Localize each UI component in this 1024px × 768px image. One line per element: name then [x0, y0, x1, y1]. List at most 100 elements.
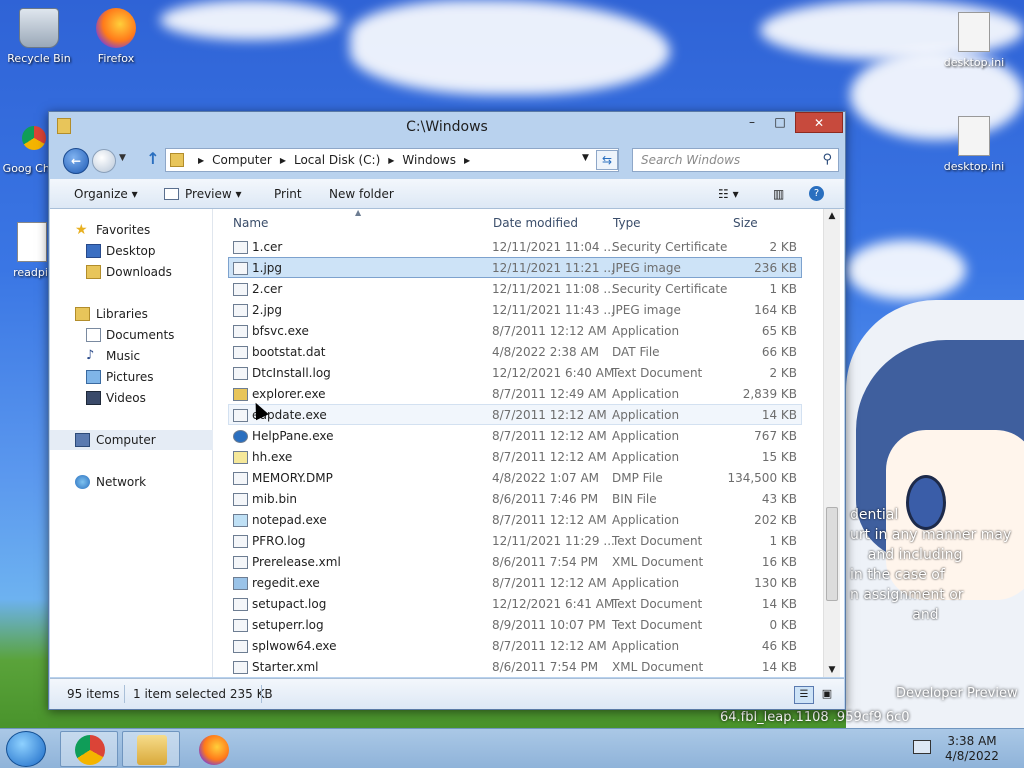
downloads-icon — [86, 265, 101, 279]
new-folder-button[interactable]: New folder — [329, 187, 394, 201]
file-row[interactable]: setupact.log 12/12/2021 6:41 AM Text Docum… — [228, 593, 802, 614]
file-row[interactable]: 2.jpg 12/11/2021 11:43 ... JPEG image 164 K… — [228, 299, 802, 320]
file-row[interactable]: bfsvc.exe 8/7/2011 12:12 AM Application 65 … — [228, 320, 802, 341]
file-name: mib.bin — [252, 492, 298, 506]
view-options-icon[interactable]: ☷ ▾ — [718, 187, 739, 201]
file-row[interactable]: 2.cer 12/11/2021 11:08 ... Security Certif… — [228, 278, 802, 299]
file-name: Prerelease.xml — [252, 555, 341, 569]
help-icon — [233, 430, 248, 443]
large-icons-view-icon[interactable]: ▣ — [818, 686, 836, 704]
file-size: 236 KB — [754, 261, 797, 275]
xml-file-icon — [233, 661, 248, 674]
nav-item-libraries[interactable]: Libraries — [50, 304, 213, 324]
nav-item-favorites[interactable]: ★ Favorites — [50, 220, 213, 240]
refresh-icon[interactable]: ⇆ — [596, 150, 618, 170]
nav-item-downloads[interactable]: Downloads — [50, 262, 213, 282]
file-row[interactable]: splwow64.exe 8/7/2011 12:12 AM Application… — [228, 635, 802, 656]
file-type: XML Document — [612, 660, 704, 674]
file-row[interactable]: 1.cer 12/11/2021 11:04 ... Security Certif… — [228, 236, 802, 257]
file-date: 12/11/2021 11:08 ... — [492, 282, 615, 296]
vertical-scrollbar[interactable]: ▲ ▼ — [823, 209, 840, 677]
desktop-icon-firefox[interactable]: Firefox — [78, 8, 154, 65]
taskbar-chrome[interactable] — [60, 731, 118, 767]
breadcrumb-item[interactable]: Computer — [212, 153, 272, 168]
forward-button[interactable] — [92, 149, 116, 173]
file-row[interactable]: explorer.exe 8/7/2011 12:49 AM Application… — [228, 383, 802, 404]
file-row[interactable]: setuperr.log 8/9/2011 10:07 PM Text Docume… — [228, 614, 802, 635]
file-row-selected[interactable]: 1.jpg 12/11/2021 11:21 ... JPEG image 236 K… — [228, 257, 802, 278]
breadcrumb-item[interactable]: Windows — [402, 153, 456, 168]
file-row[interactable]: DtcInstall.log 12/12/2021 6:40 AM Text Doc… — [228, 362, 802, 383]
file-row-hovered[interactable]: eupdate.exe 8/7/2011 12:12 AM Application 1… — [228, 404, 802, 425]
back-button[interactable]: ← — [63, 148, 89, 174]
file-row[interactable]: MEMORY.DMP 4/8/2022 1:07 AM DMP File 134,50… — [228, 467, 802, 488]
file-date: 8/7/2011 12:49 AM — [492, 387, 607, 401]
history-dropdown-icon[interactable]: ▼ — [119, 153, 126, 163]
desktop-icon-desktop-ini-1[interactable]: desktop.ini — [936, 12, 1012, 69]
column-name[interactable]: Name — [233, 216, 268, 230]
preview-button[interactable]: Preview ▾ — [185, 187, 242, 201]
network-tray-icon[interactable] — [913, 740, 931, 754]
file-row[interactable]: PFRO.log 12/11/2021 11:29 ... Text Documen… — [228, 530, 802, 551]
help-icon[interactable]: ? — [809, 186, 824, 201]
file-type: Application — [612, 387, 680, 401]
nav-item-documents[interactable]: Documents — [50, 325, 213, 345]
file-row[interactable]: Starter.xml 8/6/2011 7:54 PM XML Document 1… — [228, 656, 802, 677]
nav-item-pictures[interactable]: Pictures — [50, 367, 213, 387]
file-size: 130 KB — [754, 576, 797, 590]
print-button[interactable]: Print — [274, 187, 302, 201]
nav-item-desktop[interactable]: Desktop — [50, 241, 213, 261]
close-button[interactable]: ✕ — [795, 112, 843, 133]
chevron-right-icon[interactable]: ▶ — [388, 153, 394, 168]
item-count: 95 items — [67, 687, 120, 701]
taskbar-explorer[interactable] — [122, 731, 180, 767]
clock[interactable]: 3:38 AM 4/8/2022 — [942, 734, 1002, 764]
maximize-button[interactable]: □ — [767, 112, 793, 133]
taskbar-firefox[interactable] — [184, 731, 242, 767]
file-row[interactable]: Prerelease.xml 8/6/2011 7:54 PM XML Docume… — [228, 551, 802, 572]
file-size: 767 KB — [754, 429, 797, 443]
nav-item-videos[interactable]: Videos — [50, 388, 213, 408]
nav-item-computer[interactable]: Computer — [50, 430, 213, 450]
preview-pane-icon[interactable]: ▥ — [773, 187, 784, 201]
start-button[interactable] — [6, 731, 46, 767]
file-row[interactable]: notepad.exe 8/7/2011 12:12 AM Application 2… — [228, 509, 802, 530]
search-icon[interactable]: ⚲ — [822, 152, 832, 167]
file-type: DMP File — [612, 471, 663, 485]
breadcrumb-item[interactable]: Local Disk (C:) — [294, 153, 380, 168]
file-row[interactable]: hh.exe 8/7/2011 12:12 AM Application 15 KB — [228, 446, 802, 467]
details-view-icon[interactable]: ☰ — [794, 686, 814, 704]
address-bar[interactable]: ▶ Computer ▶ Local Disk (C:) ▶ Windows ▶… — [165, 148, 619, 172]
scroll-up-icon[interactable]: ▲ — [824, 211, 840, 221]
file-type: DAT File — [612, 345, 660, 359]
file-row[interactable]: bootstat.dat 4/8/2022 2:38 AM DAT File 66 K… — [228, 341, 802, 362]
nav-item-network[interactable]: Network — [50, 472, 213, 492]
up-button[interactable]: ↑ — [144, 149, 162, 171]
scroll-down-icon[interactable]: ▼ — [824, 665, 840, 675]
minimize-button[interactable]: – — [739, 112, 765, 133]
column-type[interactable]: Type — [613, 216, 641, 230]
chevron-right-icon[interactable]: ▶ — [464, 153, 470, 168]
scrollbar-thumb[interactable] — [826, 507, 838, 601]
file-type: Text Document — [612, 366, 703, 380]
search-box[interactable]: Search Windows ⚲ — [632, 148, 839, 172]
file-row[interactable]: regedit.exe 8/7/2011 12:12 AM Application 1… — [228, 572, 802, 593]
navigation-pane: ★ Favorites Desktop Downloads Libraries … — [50, 209, 213, 677]
chevron-right-icon[interactable]: ▶ — [280, 153, 286, 168]
desktop-icon-label: Recycle Bin — [7, 52, 71, 65]
wallpaper-character: dential urt in any manner may and includ… — [846, 300, 1024, 728]
file-date: 4/8/2022 2:38 AM — [492, 345, 600, 359]
column-size[interactable]: Size — [733, 216, 758, 230]
watermark-line1: Developer Preview — [896, 686, 1018, 701]
file-row[interactable]: HelpPane.exe 8/7/2011 12:12 AM Application… — [228, 425, 802, 446]
address-dropdown-icon[interactable]: ▼ — [582, 153, 589, 163]
column-date[interactable]: Date modified — [493, 216, 578, 230]
title-bar[interactable]: C:\Windows – □ ✕ — [49, 112, 845, 142]
desktop-icon-recycle-bin[interactable]: Recycle Bin — [1, 8, 77, 65]
file-date: 8/6/2011 7:54 PM — [492, 660, 599, 674]
file-name: PFRO.log — [252, 534, 306, 548]
organize-button[interactable]: Organize ▾ — [74, 187, 138, 201]
file-row[interactable]: mib.bin 8/6/2011 7:46 PM BIN File 43 KB — [228, 488, 802, 509]
nav-item-music[interactable]: ♪ Music — [50, 346, 213, 366]
desktop-icon-desktop-ini-2[interactable]: desktop.ini — [936, 116, 1012, 173]
